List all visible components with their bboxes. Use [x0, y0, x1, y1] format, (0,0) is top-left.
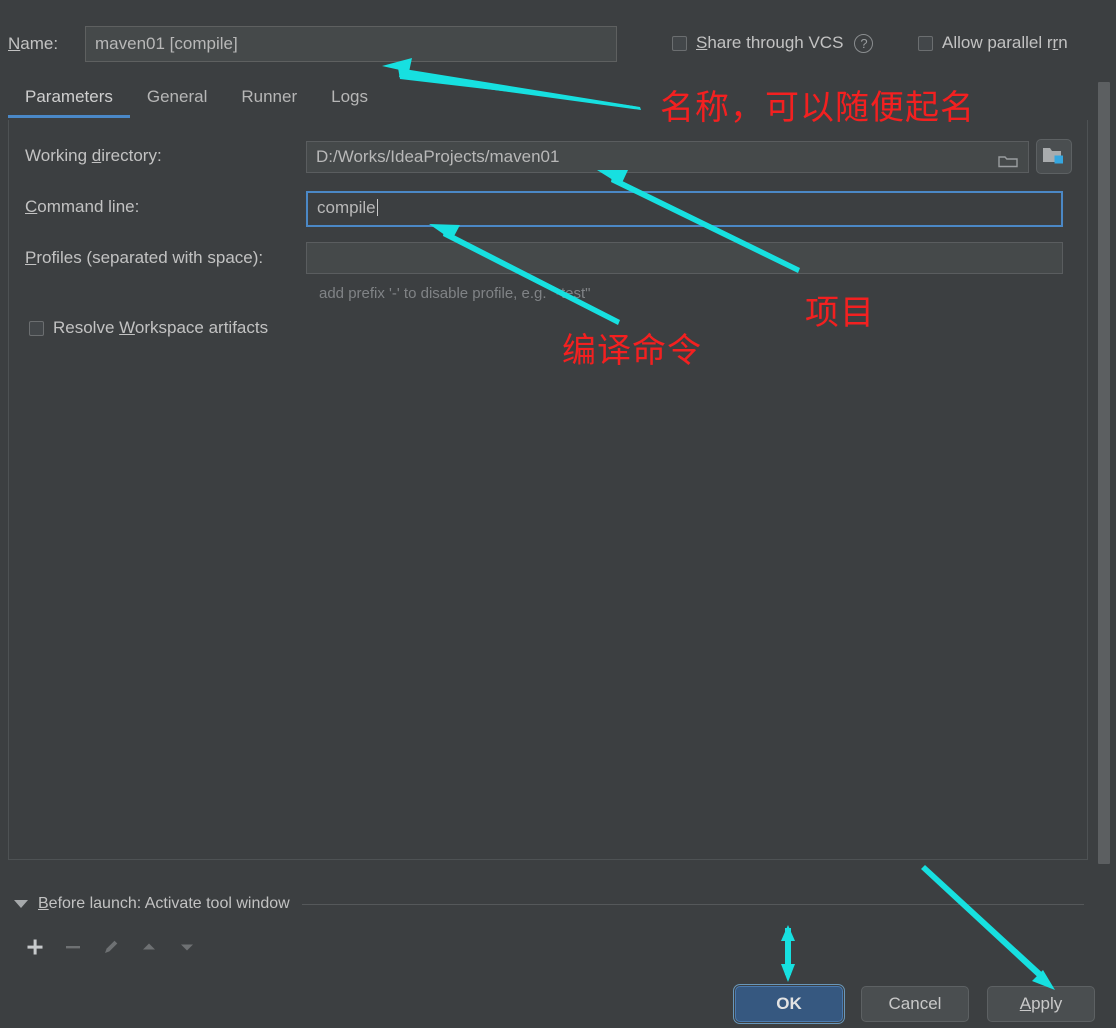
working-directory-value: D:/Works/IdeaProjects/maven01	[316, 147, 560, 166]
triangle-down-icon[interactable]	[14, 900, 28, 908]
edit-pencil-icon	[92, 930, 130, 964]
module-folder-icon	[1037, 145, 1071, 167]
add-icon[interactable]	[16, 930, 54, 964]
resolve-workspace-artifacts-checkbox[interactable]: Resolve Workspace artifacts	[29, 318, 268, 338]
command-line-mnemonic: C	[25, 197, 38, 216]
name-label: Name:	[8, 34, 58, 54]
share-through-vcs-checkbox[interactable]: Share through VCS ?	[672, 33, 874, 53]
checkbox-box-share-vcs[interactable]	[672, 35, 687, 51]
tab-runner[interactable]: Runner	[224, 82, 314, 118]
annotation-project-note: 项目	[805, 293, 875, 333]
move-up-icon	[130, 930, 168, 964]
module-folder-button[interactable]	[1036, 139, 1072, 174]
arrow-to-ok-button	[781, 925, 795, 982]
checkbox-box-allow-parallel[interactable]	[918, 35, 933, 51]
before-launch-row[interactable]: Before launch: Activate tool window	[14, 895, 1088, 913]
before-launch-label: Before launch: Activate tool window	[38, 895, 290, 912]
tab-parameters[interactable]: Parameters	[8, 82, 130, 118]
parameters-panel: Working directory: D:/Works/IdeaProjects…	[8, 120, 1088, 860]
ok-button[interactable]: OK	[733, 984, 845, 1024]
arrow-to-name-field	[382, 58, 641, 110]
working-directory-input[interactable]: D:/Works/IdeaProjects/maven01	[306, 141, 1029, 173]
tab-bar: Parameters General Runner Logs	[8, 82, 385, 120]
run-configuration-dialog: Name: maven01 [compile] Share through VC…	[0, 0, 1116, 1028]
tab-logs[interactable]: Logs	[314, 82, 385, 118]
command-line-value: compile	[317, 198, 376, 217]
profiles-hint: add prefix '-' to disable profile, e.g. …	[319, 285, 591, 302]
annotation-name-note: 名称，可以随便起名	[660, 88, 975, 128]
name-label-rest: ame:	[20, 34, 59, 53]
checkbox-box-resolve-workspace[interactable]	[29, 320, 44, 336]
annotation-command-note: 编译命令	[562, 331, 702, 371]
allow-parallel-run-label: Allow parallel rrn	[942, 33, 1068, 52]
apply-mnemonic: A	[1019, 994, 1032, 1013]
before-launch-divider	[301, 903, 1084, 905]
apply-button[interactable]: Apply	[987, 986, 1095, 1022]
remove-icon	[54, 930, 92, 964]
arrow-to-apply-button	[921, 865, 1055, 990]
vertical-scrollbar-thumb[interactable]	[1098, 82, 1110, 864]
cancel-button[interactable]: Cancel	[861, 986, 969, 1022]
profiles-input[interactable]	[306, 242, 1063, 274]
profiles-mnemonic: P	[25, 248, 37, 267]
working-directory-label: Working directory:	[25, 146, 162, 165]
command-line-input[interactable]: compile	[306, 191, 1063, 227]
move-down-icon	[168, 930, 206, 964]
name-input[interactable]: maven01 [compile]	[85, 26, 617, 62]
apply-button-label: Apply	[1019, 994, 1063, 1013]
before-launch-mnemonic: B	[38, 895, 49, 912]
folder-icon[interactable]	[998, 149, 1018, 168]
allow-parallel-run-checkbox[interactable]: Allow parallel rrn	[918, 33, 1068, 53]
resolve-workspace-artifacts-label: Resolve Workspace artifacts	[53, 318, 269, 337]
command-line-label: Command line:	[25, 197, 140, 216]
name-row: Name: maven01 [compile] Share through VC…	[0, 26, 1116, 64]
allow-parallel-mnemonic: r	[1052, 33, 1059, 52]
text-caret	[376, 199, 378, 216]
tab-general[interactable]: General	[130, 82, 224, 118]
name-label-mnemonic: N	[8, 34, 21, 53]
resolve-workspace-mnemonic: W	[119, 318, 135, 337]
share-vcs-mnemonic: S	[696, 33, 708, 52]
question-circle-icon[interactable]: ?	[854, 33, 874, 53]
working-directory-mnemonic: d	[91, 146, 102, 165]
profiles-label: Profiles (separated with space):	[25, 248, 264, 267]
share-through-vcs-label: Share through VCS	[696, 33, 844, 52]
before-launch-toolbar	[16, 930, 206, 964]
